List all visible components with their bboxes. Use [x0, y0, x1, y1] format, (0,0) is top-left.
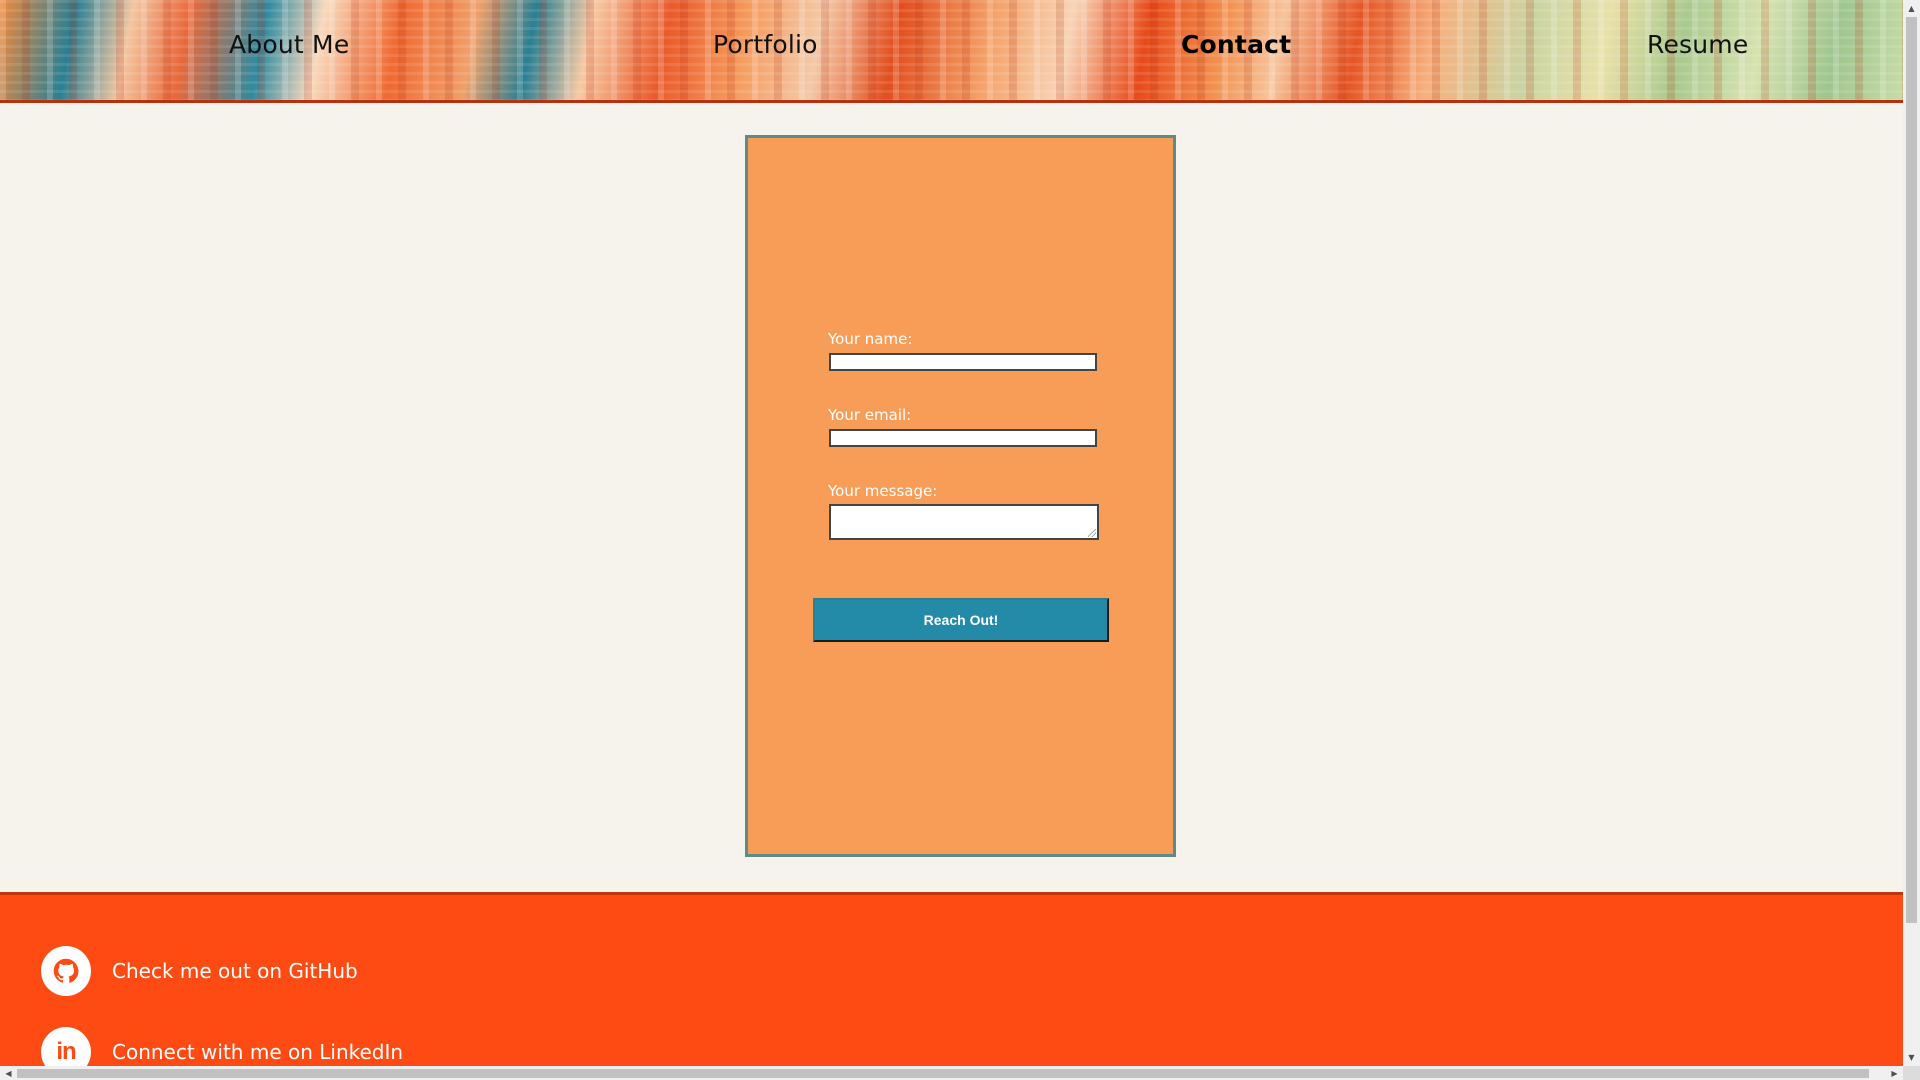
nav-contact[interactable]: Contact — [1181, 30, 1291, 59]
scroll-down-icon[interactable]: ▼ — [1903, 1049, 1920, 1066]
email-label: Your email: — [828, 406, 912, 424]
scroll-left-icon[interactable]: ◀ — [0, 1066, 17, 1080]
site-footer: Check me out on GitHub in Connect with m… — [0, 892, 1903, 1069]
scroll-up-icon[interactable]: ▲ — [1903, 0, 1920, 17]
github-link-text: Check me out on GitHub — [112, 959, 358, 983]
linkedin-link[interactable]: in Connect with me on LinkedIn — [41, 1027, 403, 1069]
github-glyph — [53, 958, 79, 983]
email-field[interactable] — [829, 429, 1097, 447]
scrollbar-corner — [1903, 1066, 1920, 1080]
reach-out-button[interactable]: Reach Out! — [813, 598, 1109, 642]
nav-about-me[interactable]: About Me — [229, 30, 349, 59]
linkedin-link-text: Connect with me on LinkedIn — [112, 1040, 404, 1064]
message-field[interactable] — [829, 504, 1099, 540]
github-link[interactable]: Check me out on GitHub — [41, 946, 358, 996]
vertical-scroll-thumb[interactable] — [1906, 17, 1917, 923]
nav-portfolio[interactable]: Portfolio — [713, 30, 818, 59]
name-label: Your name: — [828, 330, 913, 348]
message-label: Your message: — [828, 482, 938, 500]
linkedin-glyph: in — [56, 1038, 76, 1065]
linkedin-icon: in — [41, 1027, 91, 1069]
horizontal-scrollbar[interactable]: ◀ ▶ — [0, 1066, 1903, 1080]
site-header: About Me Portfolio Contact Resume — [0, 0, 1903, 103]
scroll-right-icon[interactable]: ▶ — [1886, 1066, 1903, 1080]
vertical-scrollbar[interactable]: ▲ ▼ — [1903, 0, 1920, 1066]
resize-grip-icon[interactable] — [1088, 529, 1096, 537]
horizontal-scroll-thumb[interactable] — [17, 1069, 1869, 1078]
name-field[interactable] — [829, 353, 1097, 371]
contact-form: Your name: Your email: Your message: Rea… — [745, 135, 1176, 857]
github-icon — [41, 946, 91, 996]
nav-resume[interactable]: Resume — [1647, 30, 1748, 59]
